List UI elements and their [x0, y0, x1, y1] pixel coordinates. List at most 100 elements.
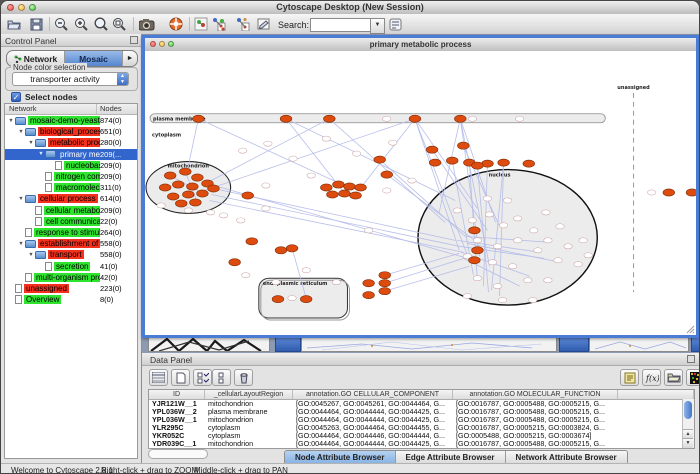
tree-row[interactable]: cellular metabol209(0) [5, 205, 137, 216]
table-row[interactable]: YPL036W__1mitochondrion[GO:0044464, GO:0… [149, 416, 694, 424]
zoom-in-icon[interactable] [73, 16, 89, 32]
tree-row[interactable]: response to stimulu264(0) [5, 227, 137, 238]
network-node[interactable] [468, 116, 476, 121]
network-node[interactable] [236, 218, 244, 223]
network-node[interactable] [493, 244, 501, 249]
network-node[interactable] [468, 218, 476, 223]
tab-overflow-arrow[interactable]: ► [123, 51, 137, 66]
network-node-selected[interactable] [663, 189, 675, 196]
network-node-selected[interactable] [426, 146, 438, 153]
scroll-down-icon[interactable]: ▼ [683, 438, 693, 448]
table-vertical-scrollbar[interactable]: ▲ ▼ [682, 399, 694, 448]
network-node-selected[interactable] [686, 189, 696, 196]
network-node[interactable] [499, 223, 507, 228]
network-node-selected[interactable] [446, 157, 458, 164]
tree-row[interactable]: ▼cellular process614(0) [5, 193, 137, 204]
network-node[interactable] [498, 298, 506, 303]
network-node[interactable] [579, 238, 587, 243]
network-node-selected[interactable] [280, 115, 292, 122]
background-window-titlebar[interactable] [559, 337, 589, 352]
layout-nodes-3-icon[interactable] [234, 16, 250, 32]
network-node-selected[interactable] [523, 160, 535, 167]
network-node[interactable] [322, 136, 330, 141]
network-node[interactable] [184, 208, 192, 213]
network-node[interactable] [513, 238, 521, 243]
network-node[interactable] [529, 298, 537, 303]
network-node-selected[interactable] [323, 115, 335, 122]
zoom-out-icon[interactable] [53, 16, 69, 32]
network-node-selected[interactable] [172, 181, 184, 188]
network-node[interactable] [307, 173, 315, 178]
network-node[interactable] [272, 280, 280, 285]
network-node[interactable] [383, 116, 391, 121]
network-node-selected[interactable] [327, 191, 339, 198]
network-node-selected[interactable] [167, 193, 179, 200]
tree-row[interactable]: unassigned223(0) [5, 283, 137, 294]
network-node[interactable] [544, 278, 552, 283]
search-options-icon[interactable] [387, 16, 403, 32]
network-node-selected[interactable] [379, 280, 391, 287]
network-node-selected[interactable] [344, 183, 356, 190]
matrix-view-icon[interactable] [686, 369, 700, 386]
network-node[interactable] [364, 228, 372, 233]
tree-row[interactable]: ▼establishment of lo558(0) [5, 238, 137, 249]
tree-row[interactable]: cell communicat22(0) [5, 216, 137, 227]
select-all-attributes-icon[interactable] [149, 369, 168, 386]
network-node[interactable] [242, 273, 250, 278]
network-window-titlebar[interactable]: primary metabolic process [145, 38, 696, 52]
network-node-selected[interactable] [242, 192, 254, 199]
network-node-selected[interactable] [179, 168, 191, 175]
network-node[interactable] [352, 151, 360, 156]
tree-row[interactable]: Overview8(0) [5, 294, 137, 305]
notes-icon[interactable] [620, 369, 639, 386]
network-node-selected[interactable] [187, 183, 199, 190]
network-node-selected[interactable] [333, 181, 345, 188]
annotation-icon[interactable] [256, 16, 272, 32]
resize-grip-icon[interactable] [687, 326, 694, 333]
network-node-selected[interactable] [159, 184, 171, 191]
network-node[interactable] [264, 141, 272, 146]
network-node-selected[interactable] [355, 184, 367, 191]
network-node[interactable] [513, 216, 521, 221]
network-node[interactable] [503, 198, 511, 203]
network-node-selected[interactable] [190, 199, 202, 206]
select-attributes-icon[interactable] [193, 369, 212, 386]
network-canvas[interactable]: plasma membrane cytoplasm mitochondrion … [145, 51, 696, 335]
tree-row[interactable]: ▼biological_process651(0) [5, 126, 137, 137]
network-node[interactable] [288, 296, 296, 301]
network-node[interactable] [534, 248, 542, 253]
network-node-selected[interactable] [381, 171, 393, 178]
table-column-header[interactable]: annotation.GO CELLULAR_COMPONENT [293, 390, 453, 400]
network-node[interactable] [408, 178, 416, 183]
table-row[interactable]: YKR052Ccytoplasm[GO:0044464, GO:0044446,… [149, 432, 694, 440]
network-node-selected[interactable] [320, 184, 332, 191]
network-node[interactable] [647, 190, 655, 195]
network-node[interactable] [302, 268, 310, 273]
network-node[interactable] [463, 294, 471, 299]
network-node[interactable] [383, 188, 391, 193]
network-node-selected[interactable] [192, 174, 204, 181]
background-window-sliver[interactable] [148, 337, 270, 352]
background-window-sliver[interactable] [589, 337, 689, 352]
network-node[interactable] [515, 116, 523, 121]
table-row[interactable]: YDR039C__1mitochondrion[GO:0044464, GO:0… [149, 440, 694, 448]
network-node-selected[interactable] [363, 292, 375, 299]
network-node-selected[interactable] [469, 227, 481, 234]
function-builder-icon[interactable]: f(x) [642, 369, 661, 386]
tree-row[interactable]: macromolecule311(0) [5, 182, 137, 193]
snapshot-icon[interactable] [139, 16, 155, 32]
network-node[interactable] [542, 210, 550, 215]
network-node-selected[interactable] [300, 296, 312, 303]
network-node[interactable] [157, 203, 165, 208]
network-node[interactable] [289, 156, 297, 161]
table-row[interactable]: YPL036W__2plasma membrane[GO:0044464, GO… [149, 408, 694, 416]
table-row[interactable]: YLR295Ccytoplasm[GO:0045263, GO:0044464,… [149, 424, 694, 432]
import-attributes-icon[interactable] [664, 369, 683, 386]
network-node-selected[interactable] [164, 172, 176, 179]
network-node[interactable] [262, 206, 270, 211]
network-node-selected[interactable] [472, 162, 484, 169]
network-node[interactable] [488, 260, 496, 265]
network-node[interactable] [332, 280, 340, 285]
network-node-selected[interactable] [363, 280, 375, 287]
search-dropdown-icon[interactable]: ▼ [370, 18, 385, 34]
